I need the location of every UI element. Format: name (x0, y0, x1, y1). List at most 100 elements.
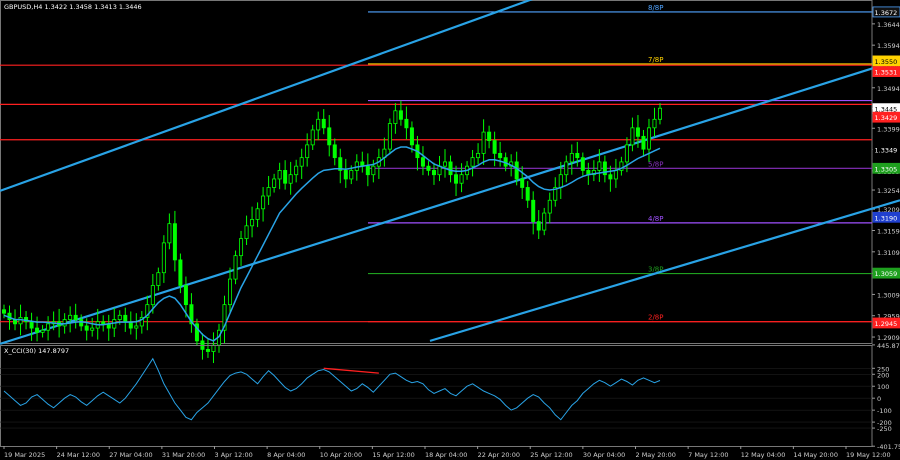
murrey-level-label: 8/8P (648, 4, 664, 12)
candle-body (239, 238, 244, 257)
price-badge: 1.3305 (872, 162, 900, 174)
cci-title: X_CCI(30) 147.8797 (4, 347, 69, 355)
candle-body (646, 127, 651, 150)
candle-body (409, 127, 414, 146)
candle-body (525, 187, 530, 201)
candle-body (343, 170, 348, 180)
y-tick-label: 1.3009 (877, 291, 900, 299)
candle-body (371, 165, 376, 176)
candle-body (178, 259, 183, 286)
murrey-level-label: 5/8P (648, 160, 664, 168)
price-badge-label: 1.3429 (875, 114, 898, 122)
candle-body (492, 140, 497, 154)
candle-body (35, 327, 40, 333)
candle-body (608, 174, 613, 180)
x-tick-label: 7 May 12:00 (688, 451, 728, 459)
x-tick-label: 10 Apr 20:00 (320, 451, 362, 459)
y-tick-label: 1.3159 (877, 228, 900, 236)
candle-body (272, 178, 277, 188)
y-tick-label: 1.3254 (877, 187, 900, 195)
candle-body (261, 195, 266, 210)
candle-body (597, 161, 602, 171)
candle-body (542, 212, 547, 231)
price-badge: 1.3190 (872, 211, 900, 223)
candle-body (420, 157, 425, 167)
x-tick-label: 14 May 20:00 (793, 451, 838, 459)
x-tick-label: 25 Apr 12:00 (530, 451, 572, 459)
price-badge: 1.3059 (872, 267, 900, 279)
price-badge: 1.3550 (872, 55, 900, 67)
candle-body (630, 127, 635, 146)
candle-body (2, 309, 7, 314)
candle-body (569, 152, 574, 163)
candle-body (641, 135, 646, 150)
candle-body (250, 219, 255, 227)
candle-body (426, 165, 431, 171)
candle-body (46, 323, 51, 331)
x-tick-label: 19 May 12:00 (846, 451, 891, 459)
candle-body (459, 174, 464, 184)
x-tick-label: 18 Apr 04:00 (425, 451, 467, 459)
candle-body (564, 161, 569, 176)
candle-body (470, 157, 475, 167)
candle-body (321, 118, 326, 129)
candle-body (73, 314, 78, 320)
candle-body (487, 131, 492, 142)
x-tick-label: 31 Mar 20:00 (162, 451, 205, 459)
price-badge: 1.3672 (872, 6, 900, 18)
price-badge-label: 1.2945 (875, 320, 898, 328)
candle-body (387, 123, 392, 150)
price-badge-label: 1.3531 (875, 69, 898, 77)
candle-body (134, 325, 139, 329)
candle-body (349, 170, 354, 180)
candle-body (156, 272, 161, 286)
x-tick-label: 15 Apr 12:00 (372, 451, 414, 459)
candle-body (520, 178, 525, 188)
candle-body (310, 129, 315, 146)
candle-body (101, 321, 106, 325)
candle-body (547, 199, 552, 214)
candle-body (316, 118, 321, 131)
candle-body (624, 144, 629, 163)
candle-body (514, 161, 519, 180)
price-badge: 1.3531 (872, 66, 900, 77)
price-badge-label: 1.3349 (875, 147, 898, 155)
cci-tick-label: 0 (877, 395, 881, 403)
candle-body (205, 348, 210, 352)
candle-body (305, 144, 310, 159)
cci-tick-label: 200 (877, 371, 889, 379)
candle-body (255, 208, 260, 220)
candle-body (90, 327, 95, 331)
price-badge: 1.3349 (872, 144, 900, 155)
candle-body (393, 110, 398, 124)
x-tick-label: 3 Apr 12:00 (215, 451, 253, 459)
candle-body (283, 170, 288, 184)
x-tick-label: 2 May 20:00 (636, 451, 676, 459)
x-tick-label: 12 May 04:00 (741, 451, 786, 459)
x-tick-label: 22 Apr 20:00 (478, 451, 520, 459)
candle-body (62, 319, 67, 327)
murrey-level-label: 7/8P (648, 56, 664, 64)
candle-body (613, 170, 618, 180)
candle-body (536, 221, 541, 231)
candle-body (652, 118, 657, 129)
candle-body (580, 157, 585, 171)
cci-tick-label: -401.7577 (877, 443, 900, 451)
y-tick-label: 1.3494 (877, 85, 900, 93)
candle-body (277, 170, 282, 180)
candle-body (84, 325, 89, 331)
candle-body (294, 165, 299, 176)
candle-body (79, 319, 84, 327)
murrey-level-label: 4/8P (648, 215, 664, 223)
y-tick-label: 1.3399 (877, 125, 900, 133)
candle (387, 118, 392, 155)
candle-body (299, 157, 304, 167)
price-badge-label: 1.3190 (875, 214, 898, 222)
candle-body (481, 131, 486, 154)
candle-body (476, 152, 481, 159)
candle-body (266, 187, 271, 197)
x-tick-label: 30 Apr 04:00 (583, 451, 625, 459)
candle-body (228, 278, 233, 306)
candle-body (454, 174, 459, 184)
candle-body (437, 165, 442, 176)
